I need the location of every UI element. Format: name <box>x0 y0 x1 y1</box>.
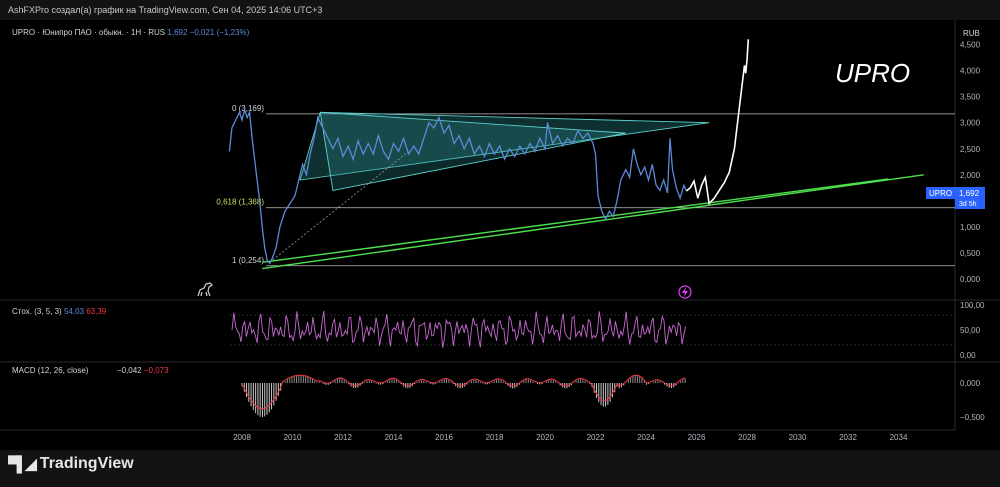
tv-logo-text: TradingView <box>39 455 134 472</box>
symbol-change: −0,021 (−1,23%) <box>189 28 250 37</box>
lightning-icon[interactable] <box>678 285 692 299</box>
time-tick-label: 2034 <box>890 433 908 442</box>
symbol-price: 1,692 <box>167 28 188 37</box>
macd-v1: −0,042 <box>116 366 142 375</box>
stoch-tick-label: 50,00 <box>960 326 981 335</box>
price-tag: UPRO 1,692 3d 5h <box>926 187 985 209</box>
time-tick-label: 2028 <box>738 433 756 442</box>
macd-label: MACD (12, 26, close) <box>12 366 89 375</box>
currency-label: RUB <box>963 29 980 38</box>
fib-label: 0,618 (1,368) <box>216 198 264 207</box>
time-tick-label: 2012 <box>334 433 352 442</box>
macd-tick-label: −0,500 <box>960 413 985 422</box>
time-tick-label: 2010 <box>284 433 302 442</box>
time-tick-label: 2016 <box>435 433 453 442</box>
chart-frame[interactable]: 0 (3,169) 0,618 (1,368) 1 (0,254) 4,500 4,0… <box>0 20 1000 450</box>
stoch-d: 63,39 <box>86 307 107 316</box>
price-tick-label: 2,000 <box>960 171 981 180</box>
stoch-tick-label: 100,00 <box>960 301 985 310</box>
stoch-label: Стох. (3, 5, 3) <box>12 307 62 316</box>
trend-line <box>262 178 889 264</box>
price-tick-label: 0,500 <box>960 249 981 258</box>
fib-label: 1 (0,254) <box>232 256 264 265</box>
big-title: UPRO <box>835 58 911 88</box>
tradingview-logo[interactable]: ▀▌◢ TradingView <box>8 455 134 473</box>
time-axis-ticks: 2008 2010 2012 2014 2016 2018 2020 2022 2024 2026… <box>233 433 908 442</box>
macd-legend[interactable]: MACD (12, 26, close) −0,042 −0,073 <box>12 366 169 375</box>
price-tag-symbol: UPRO <box>929 189 952 198</box>
projection-path <box>685 39 750 206</box>
price-tick-label: 0,000 <box>960 275 981 284</box>
stoch-legend[interactable]: Стох. (3, 5, 3) 54,03 63,39 <box>12 307 106 316</box>
time-tick-label: 2022 <box>587 433 605 442</box>
macd-pane: 0,000 −0,500 <box>241 374 985 422</box>
price-axis-ticks: 4,5004,0003,5003,0002,5002,0001,5001,000… <box>960 41 981 284</box>
stoch-line <box>231 310 687 348</box>
time-tick-label: 2018 <box>486 433 504 442</box>
fib-label: 0 (3,169) <box>232 104 264 113</box>
symbol-legend[interactable]: UPRO · Юнипро ПАО · обыкн. · 1H · RUS 1,… <box>12 28 249 37</box>
time-tick-label: 2020 <box>536 433 554 442</box>
time-tick-label: 2014 <box>385 433 403 442</box>
price-tag-value: 1,692 <box>959 189 980 198</box>
macd-tick-label: 0,000 <box>960 379 981 388</box>
symbol-line: UPRO · Юнипро ПАО · обыкн. · 1H · RUS <box>12 28 166 37</box>
price-tick-label: 3,500 <box>960 93 981 102</box>
stoch-pane: 100,00 50,00 0,00 <box>230 301 985 360</box>
dino-icon[interactable] <box>197 282 213 297</box>
price-tag-countdown: 3d 5h <box>959 201 977 208</box>
price-tick-label: 4,500 <box>960 41 981 50</box>
tv-logo-icon: ▀▌◢ <box>8 456 37 473</box>
chart-caption: AshFXPro создал(а) график на TradingView… <box>0 0 1000 20</box>
footer <box>0 450 1000 487</box>
time-tick-label: 2026 <box>688 433 706 442</box>
price-tick-label: 1,000 <box>960 223 981 232</box>
price-tick-label: 4,000 <box>960 67 981 76</box>
time-tick-label: 2032 <box>839 433 857 442</box>
time-tick-label: 2024 <box>637 433 655 442</box>
stoch-k: 54,03 <box>63 307 84 316</box>
macd-v2: −0,073 <box>143 366 169 375</box>
stoch-tick-label: 0,00 <box>960 351 976 360</box>
time-tick-label: 2030 <box>789 433 807 442</box>
price-tick-label: 2,500 <box>960 145 981 154</box>
macd-signal-line <box>241 374 686 410</box>
price-tick-label: 3,000 <box>960 119 981 128</box>
time-tick-label: 2008 <box>233 433 251 442</box>
